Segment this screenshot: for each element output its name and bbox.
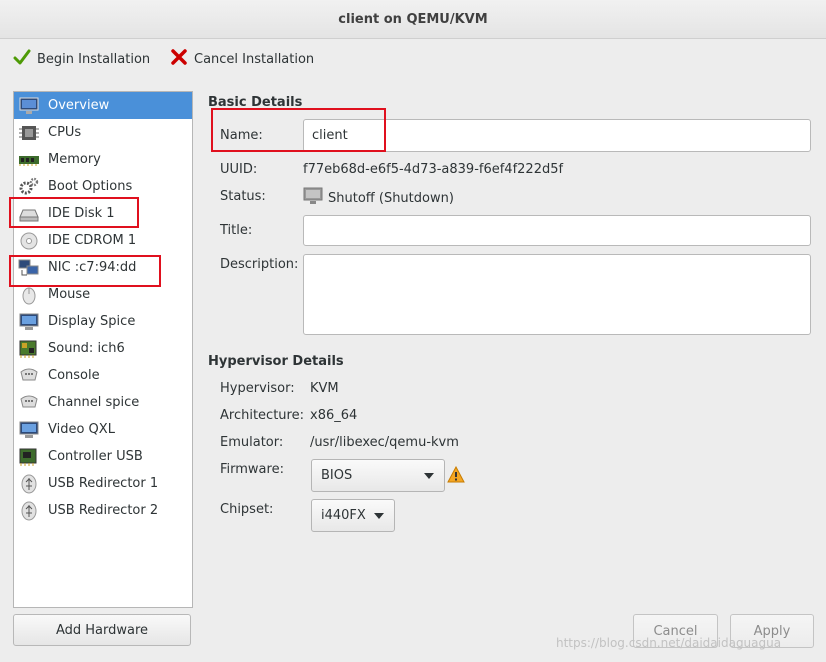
hardware-list: Overview CPUs Memory Boot Options IDE Di… [13, 91, 193, 608]
uuid-value: f77eb68d-e6f5-4d73-a839-f6ef4f222d5f [303, 162, 564, 177]
window-title: client on QEMU/KVM [338, 11, 488, 27]
architecture-value: x86_64 [310, 408, 358, 423]
toolbar: Begin Installation Cancel Installation [0, 38, 826, 80]
title-input[interactable] [303, 215, 811, 246]
chevron-down-icon [374, 513, 384, 519]
sidebar-item-console[interactable]: Console [14, 362, 192, 389]
display-icon [17, 419, 41, 441]
firmware-label: Firmware: [220, 462, 284, 477]
sidebar-item-sound[interactable]: Sound: ich6 [14, 335, 192, 362]
sidebar-item-boot-options[interactable]: Boot Options [14, 173, 192, 200]
title-label: Title: [220, 223, 253, 238]
network-icon [17, 257, 41, 279]
sidebar-item-ide-disk-1[interactable]: IDE Disk 1 [14, 200, 192, 227]
chevron-down-icon [424, 473, 434, 479]
cdrom-icon [17, 230, 41, 252]
firmware-dropdown[interactable]: BIOS [311, 459, 445, 492]
warning-icon [447, 465, 465, 487]
monitor-icon [17, 95, 41, 117]
hypervisor-details-heading: Hypervisor Details [208, 354, 344, 369]
sidebar-item-controller-usb[interactable]: Controller USB [14, 443, 192, 470]
begin-installation-button[interactable]: Begin Installation [13, 48, 150, 70]
sidebar-item-mouse[interactable]: Mouse [14, 281, 192, 308]
window-titlebar: client on QEMU/KVM [0, 0, 826, 39]
serial-icon [17, 392, 41, 414]
usb-icon [17, 473, 41, 495]
sidebar-item-usb-redirector-2[interactable]: USB Redirector 2 [14, 497, 192, 524]
sidebar-item-overview[interactable]: Overview [14, 92, 192, 119]
basic-details-heading: Basic Details [208, 95, 303, 110]
uuid-label: UUID: [220, 162, 258, 177]
status-label: Status: [220, 189, 266, 204]
mouse-icon [17, 284, 41, 306]
sidebar-item-channel-spice[interactable]: Channel spice [14, 389, 192, 416]
serial-icon [17, 365, 41, 387]
sidebar-item-usb-redirector-1[interactable]: USB Redirector 1 [14, 470, 192, 497]
begin-installation-label: Begin Installation [37, 51, 151, 67]
status-value: Shutoff (Shutdown) [303, 187, 454, 209]
sidebar-item-memory[interactable]: Memory [14, 146, 192, 173]
add-hardware-button[interactable]: Add Hardware [13, 614, 191, 646]
cancel-installation-label: Cancel Installation [194, 51, 315, 67]
red-x-icon [170, 48, 188, 70]
description-label: Description: [220, 257, 299, 272]
chipset-dropdown[interactable]: i440FX [311, 499, 395, 532]
memory-icon [17, 149, 41, 171]
cpu-icon [17, 122, 41, 144]
emulator-value: /usr/libexec/qemu-kvm [310, 435, 459, 450]
sidebar-item-cpus[interactable]: CPUs [14, 119, 192, 146]
chipset-label: Chipset: [220, 502, 274, 517]
checkmark-icon [13, 48, 31, 70]
sound-card-icon [17, 338, 41, 360]
display-icon [17, 311, 41, 333]
architecture-label: Architecture: [220, 408, 304, 423]
usb-icon [17, 500, 41, 522]
watermark: https://blog.csdn.net/daidaidaguagua [556, 636, 782, 650]
disk-icon [17, 203, 41, 225]
sidebar-item-nic[interactable]: NIC :c7:94:dd [14, 254, 192, 281]
emulator-label: Emulator: [220, 435, 284, 450]
description-textarea[interactable] [303, 254, 811, 335]
name-label: Name: [220, 128, 263, 143]
controller-card-icon [17, 446, 41, 468]
hypervisor-value: KVM [310, 381, 339, 396]
sidebar-item-display-spice[interactable]: Display Spice [14, 308, 192, 335]
sidebar-item-video-qxl[interactable]: Video QXL [14, 416, 192, 443]
sidebar-item-ide-cdrom-1[interactable]: IDE CDROM 1 [14, 227, 192, 254]
cancel-installation-button[interactable]: Cancel Installation [170, 48, 314, 70]
shutoff-monitor-icon [303, 187, 323, 209]
gears-icon [17, 176, 41, 198]
hypervisor-label: Hypervisor: [220, 381, 295, 396]
name-input[interactable] [303, 119, 811, 152]
